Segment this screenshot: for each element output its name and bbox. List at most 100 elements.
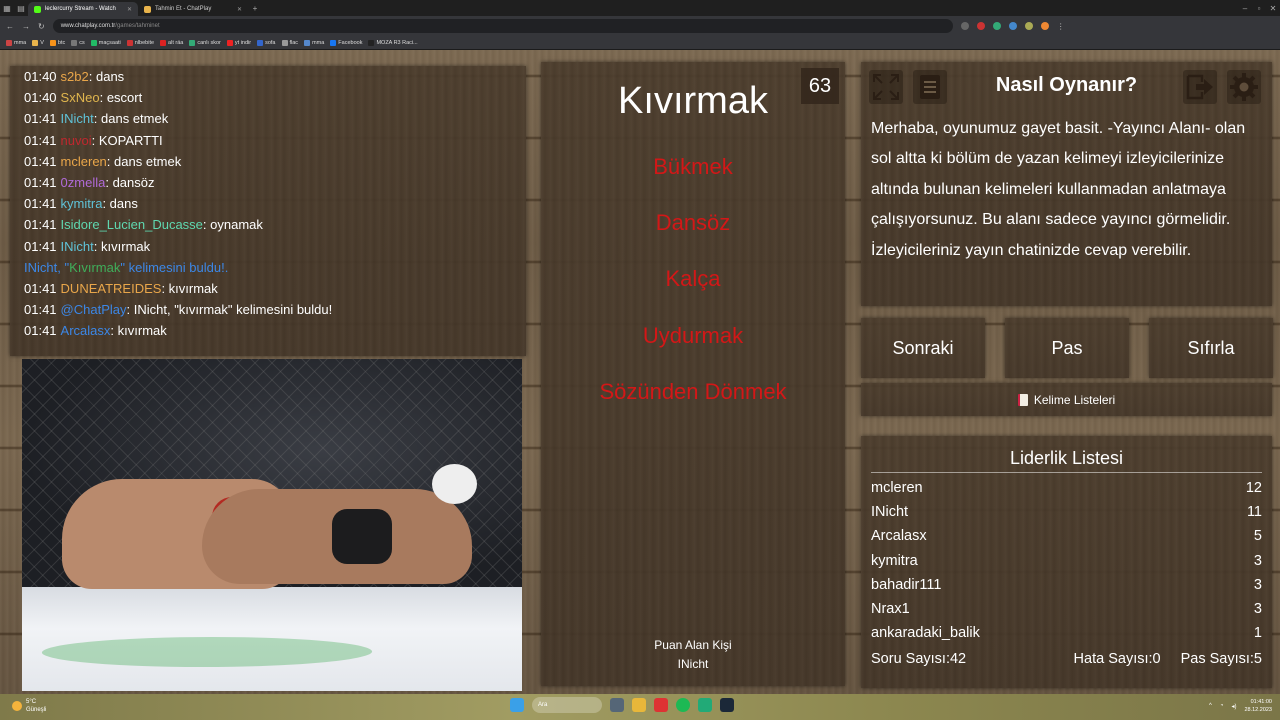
leaderboard-row: ankaradaki_balik 1: [871, 621, 1262, 645]
pass-count: Pas Sayısı:5: [1180, 651, 1262, 668]
chat-username[interactable]: 0zmella: [61, 175, 106, 190]
file-explorer-icon[interactable]: [632, 698, 646, 712]
task-view-icon[interactable]: [610, 698, 624, 712]
player-name: mcleren: [871, 480, 923, 497]
chat-username[interactable]: SxNeo: [61, 90, 100, 105]
chat-timestamp: 01:41: [24, 132, 57, 148]
address-bar[interactable]: www.chatplay.com.tr/games/tahminet: [52, 19, 953, 33]
chat-system-message: INicht, "Kıvırmak" kelimesini buldu!.: [24, 257, 512, 278]
extension-icon[interactable]: [1008, 22, 1017, 30]
browser-menu-icon[interactable]: ⋮: [1057, 22, 1065, 31]
word-lists-button[interactable]: Kelime Listeleri: [861, 383, 1272, 416]
extension-icon[interactable]: [976, 22, 985, 30]
bookmark[interactable]: nlbebite: [126, 39, 154, 46]
profile-avatar[interactable]: [1040, 22, 1049, 30]
chat-username[interactable]: DUNEATREIDES: [61, 281, 162, 296]
extension-icon[interactable]: [992, 22, 1001, 30]
start-icon[interactable]: [510, 698, 524, 712]
maximize-icon[interactable]: ▫: [1252, 4, 1266, 13]
leaderboard-row: mcleren 12: [871, 476, 1262, 500]
close-tab-icon[interactable]: ✕: [237, 6, 242, 13]
bookmark[interactable]: mma: [304, 39, 324, 46]
volume-icon[interactable]: ◂): [1231, 703, 1236, 710]
player-score: 3: [1253, 552, 1262, 569]
tab-kick-stream[interactable]: leclercurry Stream - Watch ✕: [28, 2, 138, 16]
bookmark[interactable]: Facebook: [330, 39, 362, 46]
stream-video[interactable]: [22, 359, 522, 691]
weather-widget[interactable]: 5°C Güneşli: [12, 698, 46, 714]
spotify-icon[interactable]: [676, 698, 690, 712]
back-icon[interactable]: ←: [6, 22, 14, 31]
document-icon: [1017, 393, 1028, 406]
bookmark[interactable]: flac: [281, 39, 298, 46]
chat-timestamp: 01:41: [24, 196, 57, 212]
chat-username[interactable]: kymitra: [61, 196, 103, 211]
chat-username[interactable]: @ChatPlay: [61, 302, 127, 317]
player-name: ankaradaki_balik: [871, 625, 980, 642]
browser-tab-strip: ▦ ▤ leclercurry Stream - Watch ✕ Tahmin …: [0, 0, 1280, 16]
chat-timestamp: 01:41: [24, 153, 57, 169]
vivaldi-icon[interactable]: [654, 698, 668, 712]
forward-icon[interactable]: →: [22, 22, 30, 31]
network-icon[interactable]: ◔: [1220, 703, 1224, 709]
leaderboard-row: INicht 11: [871, 500, 1262, 524]
taskbar-search[interactable]: Ara: [532, 697, 602, 713]
minimize-icon[interactable]: –: [1238, 4, 1252, 13]
bookmark[interactable]: cs: [71, 39, 85, 46]
leaderboard-row: Arcalasx 5: [871, 524, 1262, 548]
taskbar-apps: Ara: [510, 697, 734, 713]
chat-username[interactable]: mcleren: [61, 154, 107, 169]
tab-menu-icon[interactable]: ▦: [0, 4, 14, 13]
extension-icon[interactable]: [960, 22, 969, 30]
chat-username[interactable]: nuvoi: [61, 133, 92, 148]
bookmark[interactable]: maçsaati: [90, 39, 121, 46]
tray-chevron-icon[interactable]: ^: [1209, 703, 1212, 709]
bookmark[interactable]: sofa: [257, 39, 276, 46]
chat-username[interactable]: Isidore_Lucien_Ducasse: [61, 217, 203, 232]
bookmark[interactable]: mma: [6, 39, 26, 46]
player-score: 3: [1253, 576, 1262, 593]
reload-icon[interactable]: ↻: [38, 22, 45, 31]
bookmark[interactable]: canlı skor: [189, 39, 221, 46]
bookmarks-bar: mma V btc cs maçsaati nlbebite alt räa c…: [0, 36, 1280, 50]
chat-username[interactable]: s2b2: [61, 69, 89, 84]
player-name: bahadir111: [871, 576, 942, 593]
bookmark[interactable]: MOZA R3 Raci...: [368, 39, 418, 46]
bookmark[interactable]: V: [32, 39, 44, 46]
exit-icon[interactable]: [1183, 70, 1217, 104]
chat-message: 01:41 Arcalasx: kıvırmak: [24, 323, 167, 339]
chat-message: 01:41 @ChatPlay: INicht, "kıvırmak" kelim…: [24, 302, 333, 318]
tab-chatplay[interactable]: Tahmin Et - ChatPlay ✕: [138, 2, 248, 16]
chat-username[interactable]: Arcalasx: [61, 323, 111, 338]
pass-button[interactable]: Pas: [1005, 318, 1129, 378]
system-tray: ^ ◔ ◂) 01:41:00 28.12.2023: [1209, 698, 1272, 714]
next-button[interactable]: Sonraki: [861, 318, 985, 378]
tab-list-icon[interactable]: ▤: [14, 4, 28, 13]
word-lists-label: Kelime Listeleri: [1033, 392, 1116, 407]
close-tab-icon[interactable]: ✕: [127, 6, 132, 13]
steam-icon[interactable]: [720, 698, 734, 712]
chat-text: dans: [95, 69, 125, 84]
taboo-word: Uydurmak: [642, 323, 744, 348]
new-tab-button[interactable]: +: [248, 4, 262, 13]
chat-message: 01:41 mcleren: dans etmek: [24, 153, 182, 169]
bookmark[interactable]: alt räa: [160, 39, 183, 46]
clock[interactable]: 01:41:00 28.12.2023: [1244, 698, 1272, 714]
chat-username[interactable]: INicht: [61, 239, 94, 254]
player-score: 11: [1246, 504, 1262, 521]
bookmark[interactable]: btc: [49, 39, 65, 46]
player-name: INicht: [871, 504, 909, 521]
gear-icon[interactable]: [1227, 70, 1261, 104]
chat-username[interactable]: INicht: [61, 111, 94, 126]
bookmark[interactable]: yt indir: [226, 39, 251, 46]
extension-icon[interactable]: [1024, 22, 1033, 30]
chat-text: dans: [109, 196, 138, 212]
chat-text: dans etmek: [114, 153, 182, 169]
chat-timestamp: 01:41: [24, 302, 57, 318]
chat-timestamp: 01:41: [24, 281, 57, 297]
reset-button[interactable]: Sıfırla: [1149, 318, 1273, 378]
chat-text: kıvırmak: [101, 238, 151, 254]
close-window-icon[interactable]: ✕: [1266, 4, 1280, 13]
chat-timestamp: 01:41: [24, 323, 57, 339]
app-icon[interactable]: [698, 698, 712, 712]
